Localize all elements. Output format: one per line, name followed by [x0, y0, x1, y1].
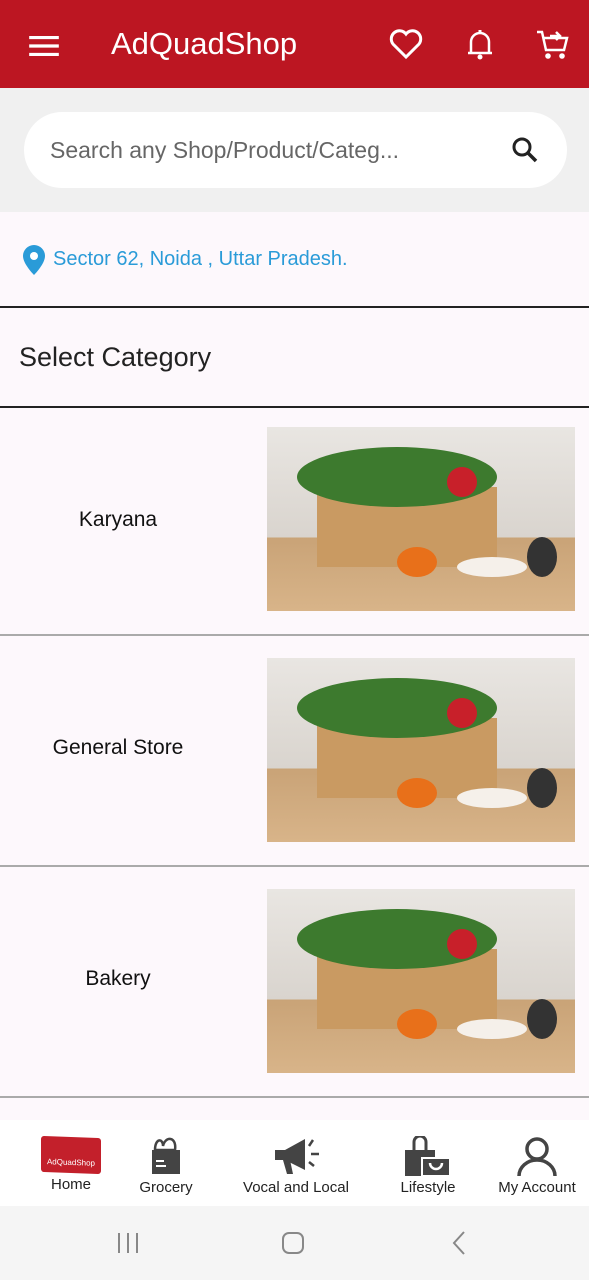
search-input[interactable]: Search any Shop/Product/Categ... — [24, 112, 567, 188]
search-placeholder: Search any Shop/Product/Categ... — [50, 137, 400, 163]
cart-icon[interactable] — [535, 26, 571, 62]
section-header: Select Category — [0, 310, 589, 408]
category-image — [267, 658, 575, 842]
bell-icon[interactable] — [462, 26, 498, 62]
recent-apps-icon[interactable] — [116, 1232, 140, 1254]
location-pin-icon — [23, 245, 45, 275]
nav-lifestyle[interactable]: Lifestyle — [392, 1120, 464, 1206]
app-header: AdQuadShop — [0, 0, 589, 88]
nav-home[interactable]: AdQuadShop Home — [36, 1120, 106, 1206]
location-text: Sector 62, Noida , Uttar Pradesh. — [53, 248, 348, 270]
nav-label: Home — [50, 1176, 91, 1193]
shopping-bags-icon — [405, 1136, 451, 1176]
user-icon — [517, 1137, 557, 1176]
category-label: Karyana — [78, 508, 158, 531]
nav-label: Lifestyle — [400, 1179, 456, 1196]
category-item-general-store[interactable]: General Store — [0, 636, 589, 867]
category-label: Bakery — [85, 967, 151, 990]
location-row[interactable]: Sector 62, Noida , Uttar Pradesh. — [0, 212, 589, 308]
bottom-nav: AdQuadShop Home Grocery Vocal and Local … — [0, 1120, 589, 1206]
search-icon[interactable] — [511, 136, 539, 164]
grocery-bag-icon — [152, 1137, 180, 1174]
megaphone-icon — [275, 1139, 319, 1174]
category-label: General Store — [52, 736, 184, 759]
nav-grocery[interactable]: Grocery — [131, 1120, 201, 1206]
nav-my-account[interactable]: My Account — [492, 1120, 582, 1206]
section-title: Select Category — [19, 342, 212, 372]
category-image — [267, 889, 575, 1073]
nav-label: Grocery — [139, 1179, 193, 1196]
app-title: AdQuadShop — [111, 26, 298, 61]
category-item-bakery[interactable]: Bakery — [0, 867, 589, 1098]
menu-icon[interactable] — [26, 28, 62, 64]
back-icon[interactable] — [450, 1230, 468, 1256]
nav-label: My Account — [498, 1179, 576, 1196]
home-button-icon[interactable] — [281, 1231, 305, 1255]
system-nav-bar — [0, 1206, 589, 1280]
search-area: Search any Shop/Product/Categ... — [0, 88, 589, 212]
category-item-karyana[interactable]: Karyana — [0, 410, 589, 636]
heart-icon[interactable] — [388, 26, 424, 62]
adquadshop-logo-icon: AdQuadShop — [41, 1135, 101, 1175]
nav-label: Vocal and Local — [243, 1179, 349, 1196]
category-image — [267, 427, 575, 611]
nav-vocal-and-local[interactable]: Vocal and Local — [235, 1120, 357, 1206]
